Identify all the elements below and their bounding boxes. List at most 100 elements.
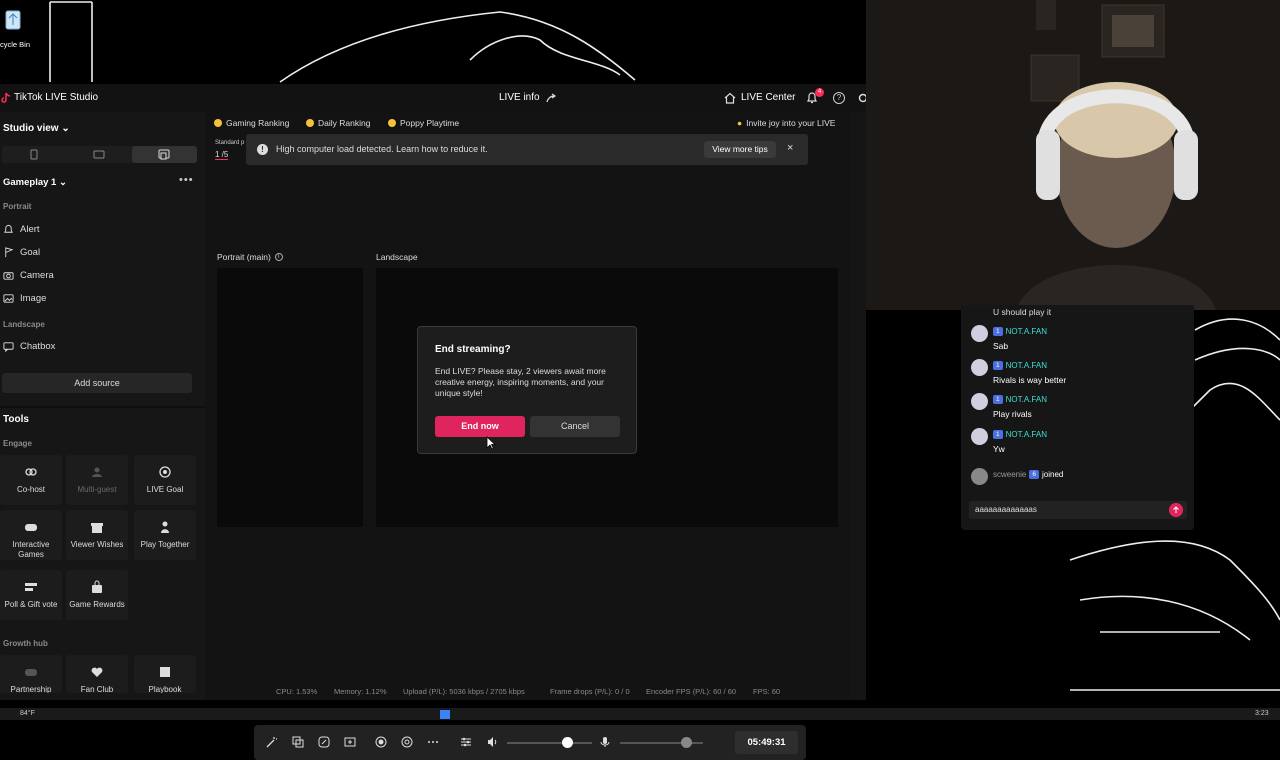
send-icon[interactable] (1169, 503, 1183, 517)
chat-input[interactable]: aaaaaaaaaaaaas (969, 501, 1187, 519)
banner-text[interactable]: High computer load detected. Learn how t… (276, 144, 488, 154)
chat-message: Sab (993, 341, 1009, 351)
orientation-switch (2, 146, 197, 163)
portrait-mode-button[interactable] (2, 146, 67, 163)
scene-dropdown[interactable]: Gameplay 1 ⌄ (3, 177, 67, 188)
landscape-preview-label: Landscape (376, 252, 418, 262)
source-item-goal[interactable]: Goal (3, 247, 40, 258)
more-icon[interactable] (427, 736, 439, 748)
weather-text: 84°F (20, 710, 35, 717)
avatar[interactable] (971, 325, 988, 342)
screen-add-icon[interactable] (344, 736, 356, 748)
gamepad-icon (25, 524, 37, 531)
engage-section-label: Engage (3, 439, 32, 448)
home-icon[interactable] (724, 92, 736, 104)
chat-icon (3, 342, 14, 352)
source-item-image[interactable]: Image (3, 293, 46, 304)
chat-username[interactable]: 1 NOT.A.FAN (993, 430, 1047, 439)
tool-game-rewards[interactable]: Game Rewards (66, 570, 128, 620)
magic-wand-icon[interactable] (266, 736, 278, 748)
avatar[interactable] (971, 428, 988, 445)
help-icon[interactable]: ? (833, 92, 845, 104)
avatar[interactable] (971, 468, 988, 485)
webcam-image (866, 0, 1280, 310)
record-icon[interactable] (375, 736, 387, 748)
tool-co-host[interactable]: Co-host (0, 455, 62, 505)
more-icon[interactable]: ••• (179, 174, 194, 186)
title-bar: TikTok LIVE Studio LIVE info LIVE Center… (0, 84, 867, 112)
speaker-volume-handle[interactable] (561, 737, 573, 748)
end-streaming-dialog: End streaming? End LIVE? Please stay, 2 … (417, 326, 637, 454)
layers-icon[interactable] (292, 736, 304, 748)
close-icon[interactable]: × (787, 142, 793, 154)
speaker-volume-slider[interactable] (507, 742, 592, 744)
dual-mode-button[interactable] (132, 146, 197, 163)
source-item-alert[interactable]: Alert (3, 224, 40, 235)
tool-label: Game Rewards (69, 600, 125, 609)
replay-icon[interactable] (401, 736, 413, 748)
level-badge: 1 (993, 361, 1003, 370)
page-indicator: 1 /5 (215, 150, 229, 160)
tool-multi-guest[interactable]: Multi-guest (66, 455, 128, 505)
ranking-poppy-playtime[interactable]: Poppy Playtime (388, 118, 459, 128)
book-icon (160, 667, 170, 677)
microphone-icon[interactable] (599, 736, 611, 748)
portrait-preview[interactable] (217, 268, 363, 527)
avatar[interactable] (971, 393, 988, 410)
studio-view-dropdown[interactable]: Studio view ⌄ (3, 123, 70, 134)
recycle-bin-icon[interactable] (3, 8, 23, 32)
high-load-banner: ! High computer load detected. Learn how… (246, 134, 808, 165)
info-circle-icon[interactable]: i (274, 253, 283, 261)
taskbar: 84°F 3:23 (0, 708, 1280, 720)
stats-bar: CPU: 1.53% Memory: 1.12% Upload (P/L): 5… (0, 684, 866, 700)
end-now-button[interactable]: End now (435, 416, 525, 437)
windows-start-icon[interactable] (440, 710, 450, 719)
panel-divider (0, 406, 205, 408)
live-info-label[interactable]: LIVE info (499, 92, 540, 103)
chat-username[interactable]: 1 NOT.A.FAN (993, 327, 1047, 336)
chat-username[interactable]: 1 NOT.A.FAN (993, 395, 1047, 404)
standard-label: Standard p (215, 140, 245, 146)
tools-title: Tools (3, 414, 29, 425)
recycle-bin-label: cycle Bin (0, 40, 31, 49)
speaker-icon[interactable] (487, 736, 499, 748)
source-label: Alert (20, 224, 40, 235)
tool-viewer-wishes[interactable]: Viewer Wishes (66, 510, 128, 560)
info-icon: ! (257, 144, 268, 155)
ranking-gaming[interactable]: Gaming Ranking (214, 118, 289, 128)
phone-landscape-icon (93, 150, 105, 159)
source-item-camera[interactable]: Camera (3, 270, 54, 281)
ranking-daily[interactable]: Daily Ranking (306, 118, 370, 128)
live-timer: 05:49:31 (735, 731, 798, 754)
camera-icon (3, 272, 14, 280)
clock-text: 3:23 (1255, 710, 1269, 717)
live-center-button[interactable]: LIVE Center (741, 92, 795, 103)
source-label: Chatbox (20, 341, 56, 352)
add-source-button[interactable]: Add source (2, 373, 192, 393)
tool-live-goal[interactable]: LIVE Goal (134, 455, 196, 505)
tool-label: Multi-guest (77, 485, 117, 494)
person-icon (161, 521, 169, 533)
mixer-icon[interactable] (460, 736, 472, 748)
mic-volume-handle[interactable] (681, 737, 693, 748)
cancel-button[interactable]: Cancel (530, 416, 620, 437)
tool-play-together[interactable]: Play Together (134, 510, 196, 560)
memory-stat: Memory: 1.12% (334, 687, 387, 696)
source-label: Image (20, 293, 47, 304)
level-badge: 1 (993, 430, 1003, 439)
effects-icon[interactable] (318, 736, 330, 748)
avatar[interactable] (971, 359, 988, 376)
landscape-mode-button[interactable] (67, 146, 132, 163)
join-username[interactable]: scweenie (993, 470, 1026, 479)
view-more-tips-button[interactable]: View more tips (704, 141, 776, 158)
tool-poll-gift-vote[interactable]: Poll & Gift vote (0, 570, 62, 620)
scene-name: Gameplay 1 (3, 177, 57, 188)
tool-interactive-games[interactable]: Interactive Games (0, 510, 62, 560)
share-icon[interactable] (545, 92, 557, 104)
source-item-chatbox[interactable]: Chatbox (3, 341, 55, 352)
tool-label: Co-host (16, 485, 45, 494)
gamepad-icon (25, 669, 37, 676)
invite-button[interactable]: ● Invite joy into your LIVE (737, 118, 835, 128)
landscape-section-label: Landscape (3, 320, 45, 329)
chat-username[interactable]: 1 NOT.A.FAN (993, 361, 1047, 370)
